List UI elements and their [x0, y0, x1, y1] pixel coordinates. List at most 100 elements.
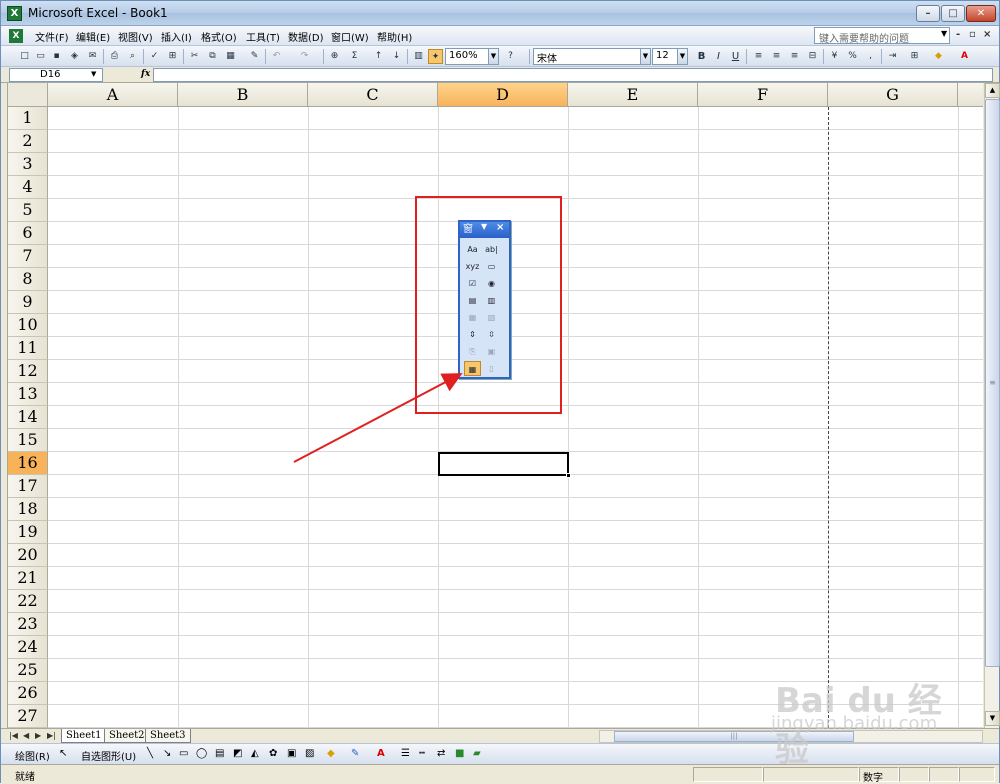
help-search-input[interactable]: 键入需要帮助的问题 — [814, 27, 950, 44]
edit-code-icon[interactable]: ▣ — [483, 344, 500, 359]
picture-icon[interactable]: ▣ — [287, 748, 296, 759]
menu-window[interactable]: 窗口(W) — [331, 29, 369, 44]
line-style-icon[interactable]: ☰ — [401, 748, 410, 759]
combo-dropdown-edit-icon[interactable]: ▧ — [483, 310, 500, 325]
currency-icon[interactable]: ¥ — [827, 49, 842, 64]
column-header-f[interactable]: F — [698, 83, 828, 107]
menu-help[interactable]: 帮助(H) — [377, 29, 412, 44]
autosum-icon[interactable]: Σ — [347, 49, 362, 64]
column-header-d[interactable]: D — [438, 83, 568, 107]
row-header-12[interactable]: 12 — [8, 360, 48, 383]
scroll-up-button[interactable]: ▲ — [985, 83, 1000, 98]
row-header-9[interactable]: 9 — [8, 291, 48, 314]
font-name-dropdown[interactable]: ▼ — [640, 48, 651, 65]
fill-color-icon[interactable]: ◆ — [327, 748, 335, 759]
email-icon[interactable]: ✉ — [85, 49, 100, 64]
workbook-icon[interactable]: X — [9, 29, 23, 43]
doc-restore-button[interactable]: ▫ — [969, 29, 976, 40]
rectangle-icon[interactable]: ▭ — [179, 748, 188, 759]
format-painter-icon[interactable]: ✎ — [247, 49, 262, 64]
menu-view[interactable]: 视图(V) — [118, 29, 153, 44]
row-header-7[interactable]: 7 — [8, 245, 48, 268]
combo-list-edit-icon[interactable]: ▦ — [464, 310, 481, 325]
font-size-box[interactable]: 12 — [652, 48, 678, 65]
column-header-partial[interactable] — [958, 83, 983, 107]
groupbox-tool-icon[interactable]: xyz — [464, 259, 481, 274]
chevron-down-icon[interactable]: ▼ — [91, 70, 96, 78]
row-header-23[interactable]: 23 — [8, 613, 48, 636]
checkbox-tool-icon[interactable]: ☑ — [464, 276, 481, 291]
font-name-box[interactable]: 宋体 — [533, 48, 641, 65]
shadow-icon[interactable]: ■ — [455, 748, 464, 759]
textbox-icon[interactable]: ▤ — [215, 748, 224, 759]
hyperlink-icon[interactable]: ⊕ — [327, 49, 342, 64]
menu-format[interactable]: 格式(O) — [201, 29, 237, 44]
italic-button[interactable]: I — [711, 49, 726, 64]
menu-edit[interactable]: 编辑(E) — [76, 29, 110, 44]
diagram-icon[interactable]: ◭ — [251, 748, 259, 759]
row-header-3[interactable]: 3 — [8, 153, 48, 176]
column-header-b[interactable]: B — [178, 83, 308, 107]
draw-menu-button[interactable]: 绘图(R) — [15, 748, 50, 763]
row-header-11[interactable]: 11 — [8, 337, 48, 360]
zoom-box[interactable]: 160% — [445, 48, 489, 65]
menu-data[interactable]: 数据(D) — [288, 29, 324, 44]
font-color-icon[interactable]: A — [377, 748, 385, 759]
align-left-icon[interactable]: ≡ — [751, 49, 766, 64]
row-header-10[interactable]: 10 — [8, 314, 48, 337]
menu-file[interactable]: 文件(F) — [35, 29, 69, 44]
dash-style-icon[interactable]: ┅ — [419, 748, 425, 759]
row-header-14[interactable]: 14 — [8, 406, 48, 429]
indent-icon[interactable]: ⇥ — [885, 49, 900, 64]
column-header-c[interactable]: C — [308, 83, 438, 107]
merge-center-icon[interactable]: ⊟ — [805, 49, 820, 64]
run-dialog-icon[interactable]: ▯ — [483, 361, 500, 376]
print-icon[interactable]: ⎙ — [107, 49, 122, 64]
save-icon[interactable]: ▪ — [49, 49, 64, 64]
row-header-17[interactable]: 17 — [8, 475, 48, 498]
wordart-icon[interactable]: ◩ — [233, 748, 242, 759]
column-header-e[interactable]: E — [568, 83, 698, 107]
paste-icon[interactable]: ▦ — [223, 49, 238, 64]
next-sheet-icon[interactable]: ▶ — [35, 731, 41, 740]
select-all-corner[interactable] — [8, 83, 48, 107]
formula-input[interactable] — [153, 68, 993, 82]
vertical-scrollbar[interactable]: ▲ ≡ ▼ — [984, 83, 1000, 728]
permission-icon[interactable]: ◈ — [67, 49, 82, 64]
chart-wizard-icon[interactable]: ▥ — [411, 49, 426, 64]
underline-button[interactable]: U — [728, 49, 743, 64]
row-header-16[interactable]: 16 — [8, 452, 48, 475]
align-center-icon[interactable]: ≡ — [769, 49, 784, 64]
row-header-4[interactable]: 4 — [8, 176, 48, 199]
close-button[interactable]: ✕ — [966, 5, 996, 22]
row-header-6[interactable]: 6 — [8, 222, 48, 245]
button-tool-icon[interactable]: ▭ — [483, 259, 500, 274]
line-color-icon[interactable]: ✎ — [351, 748, 359, 759]
maximize-button[interactable]: □ — [941, 5, 965, 22]
row-header-18[interactable]: 18 — [8, 498, 48, 521]
undo-icon[interactable]: ↶ — [269, 49, 284, 64]
column-header-g[interactable]: G — [828, 83, 958, 107]
new-icon[interactable]: □ — [17, 49, 32, 64]
excel-app-icon[interactable]: X — [7, 6, 22, 21]
chevron-down-icon[interactable]: ▼ — [481, 222, 487, 231]
scrollbar-tool-icon[interactable]: ⇕ — [464, 327, 481, 342]
name-box[interactable]: D16 — [9, 68, 103, 82]
oval-icon[interactable]: ◯ — [196, 748, 207, 759]
sort-ascending-icon[interactable]: ↑ — [371, 49, 386, 64]
chevron-down-icon[interactable]: ▼ — [941, 29, 947, 38]
zoom-dropdown[interactable]: ▼ — [488, 48, 499, 65]
sheet-tab-3[interactable]: Sheet3 — [145, 729, 191, 743]
research-icon[interactable]: ⊞ — [165, 49, 180, 64]
row-header-22[interactable]: 22 — [8, 590, 48, 613]
arrow-style-icon[interactable]: ⇄ — [437, 748, 445, 759]
3d-style-icon[interactable]: ▰ — [473, 748, 481, 759]
toggle-grid-icon[interactable]: ▦ — [464, 361, 481, 376]
row-header-15[interactable]: 15 — [8, 429, 48, 452]
row-header-20[interactable]: 20 — [8, 544, 48, 567]
vertical-scroll-thumb[interactable]: ≡ — [985, 99, 1000, 667]
help-icon[interactable]: ? — [503, 49, 518, 64]
first-sheet-icon[interactable]: |◀ — [9, 731, 18, 740]
font-size-dropdown[interactable]: ▼ — [677, 48, 688, 65]
fill-color-icon[interactable]: ◆ — [931, 49, 946, 64]
